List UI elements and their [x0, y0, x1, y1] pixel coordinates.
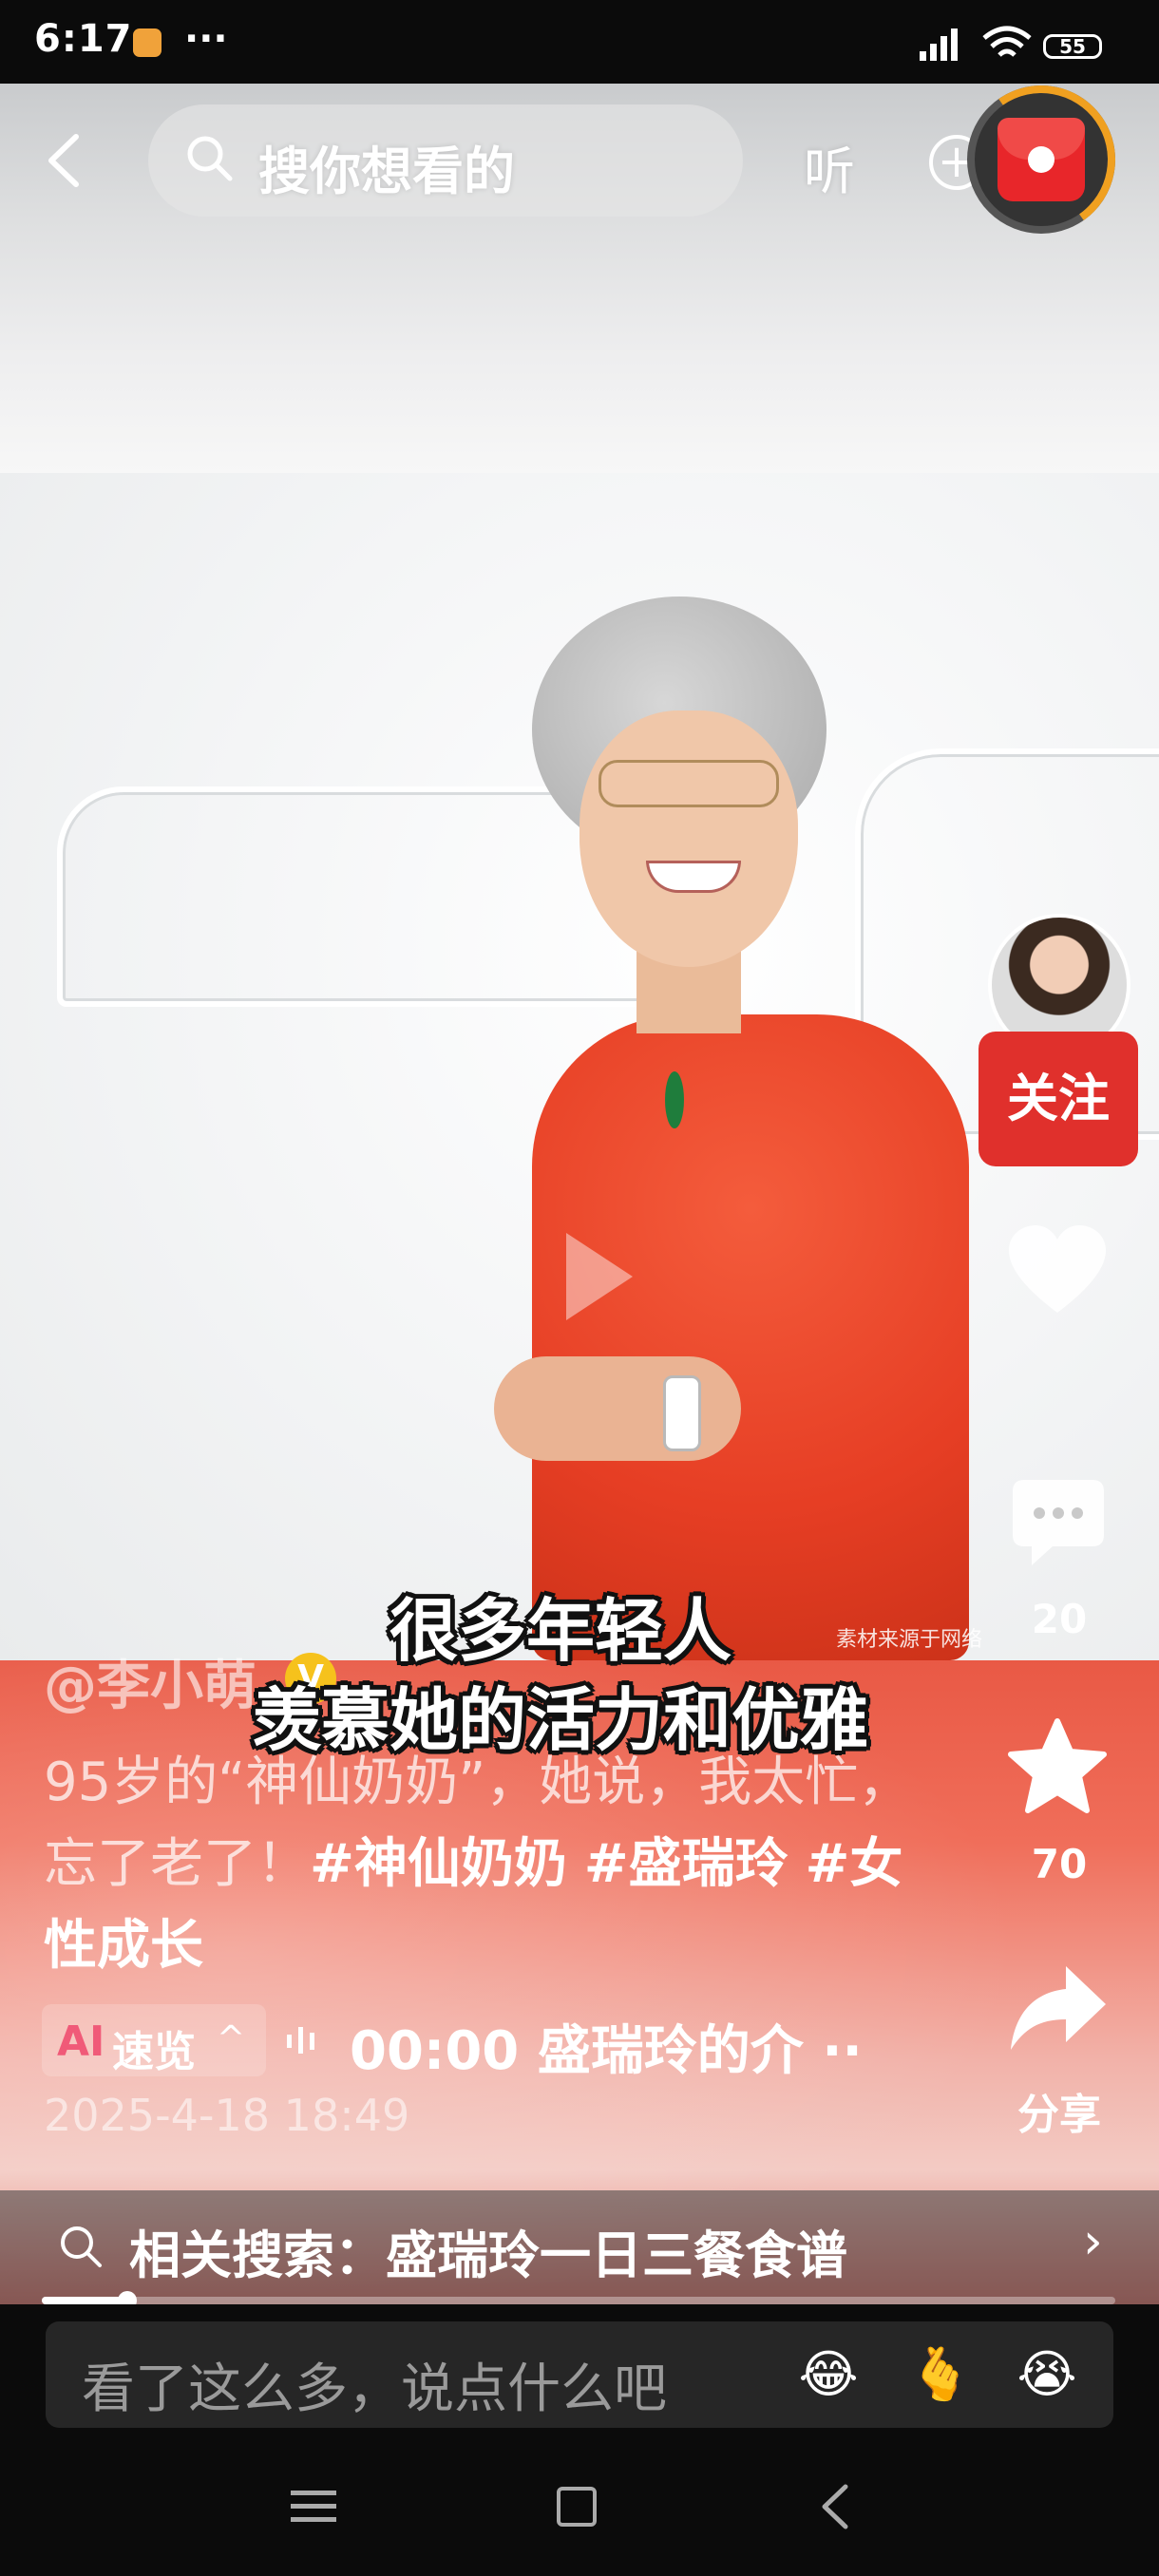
search-icon	[187, 136, 233, 181]
video-subtitle-line-1: 很多年轻人	[389, 1591, 732, 1671]
chevron-up-icon[interactable]: ^	[217, 2019, 245, 2058]
wifi-icon	[982, 26, 1032, 57]
hashtag-link[interactable]: #神仙奶奶	[310, 1833, 567, 1895]
listen-button[interactable]: 听	[804, 129, 855, 204]
arm	[494, 1356, 741, 1461]
chevron-right-icon[interactable]: ›	[1083, 2213, 1103, 2270]
favorite-count: 70	[1031, 1841, 1088, 1887]
hashtag-link[interactable]: #盛瑞玲	[584, 1833, 788, 1895]
heart-icon[interactable]	[1005, 1223, 1110, 1318]
audio-summary-text[interactable]: 00:00 盛瑞玲的介 ··	[350, 2008, 863, 2085]
signal-icon	[920, 28, 958, 61]
related-search-text[interactable]: 相关搜索：盛瑞玲一日三餐食谱	[129, 2213, 847, 2288]
video-progress-track[interactable]	[42, 2297, 1115, 2304]
follow-button[interactable]: 关注	[978, 1032, 1138, 1166]
share-label[interactable]: 分享	[998, 2080, 1121, 2141]
search-placeholder[interactable]: 搜你想看的	[258, 129, 515, 204]
menu-icon[interactable]	[291, 2487, 336, 2527]
play-icon	[566, 1233, 633, 1320]
more-notifications-icon: ···	[184, 17, 228, 61]
ai-logo: AI	[57, 2017, 105, 2066]
face	[580, 710, 798, 967]
app-notification-icon	[133, 28, 162, 57]
emoji-finger-heart-button[interactable]: 🫰	[908, 2344, 972, 2405]
video-progress-fill	[42, 2297, 128, 2304]
post-timestamp: 2025-4-18 18:49	[44, 2090, 410, 2141]
ai-summary-label[interactable]: 速览	[112, 2017, 196, 2078]
battery-icon: 55	[1043, 34, 1102, 59]
star-icon[interactable]	[1005, 1717, 1110, 1818]
emoji-cry-button[interactable]: 😭	[1016, 2344, 1077, 2405]
glasses	[598, 760, 779, 807]
audio-wave-icon	[287, 2027, 314, 2054]
home-icon[interactable]	[557, 2487, 597, 2527]
nav-back-icon[interactable]	[817, 2483, 855, 2530]
search-icon	[61, 2226, 102, 2267]
comment-count: 20	[1031, 1596, 1088, 1642]
comment-icon[interactable]	[1009, 1472, 1108, 1571]
red-packet-seal	[1028, 146, 1054, 173]
emoji-laugh-button[interactable]: 😂	[798, 2344, 859, 2405]
video-description[interactable]: 95岁的“神仙奶奶”，她说，我太忙，忘了老了！#神仙奶奶 #盛瑞玲 #女性成长	[44, 1742, 918, 1987]
comment-placeholder[interactable]: 看了这么多，说点什么吧	[82, 2346, 667, 2423]
jade-pendant	[665, 1071, 684, 1128]
status-time: 6:17	[34, 17, 133, 61]
wristwatch	[663, 1375, 701, 1451]
share-icon[interactable]	[1007, 1962, 1108, 2054]
back-button[interactable]	[38, 131, 95, 190]
red-dress	[532, 1014, 969, 1660]
